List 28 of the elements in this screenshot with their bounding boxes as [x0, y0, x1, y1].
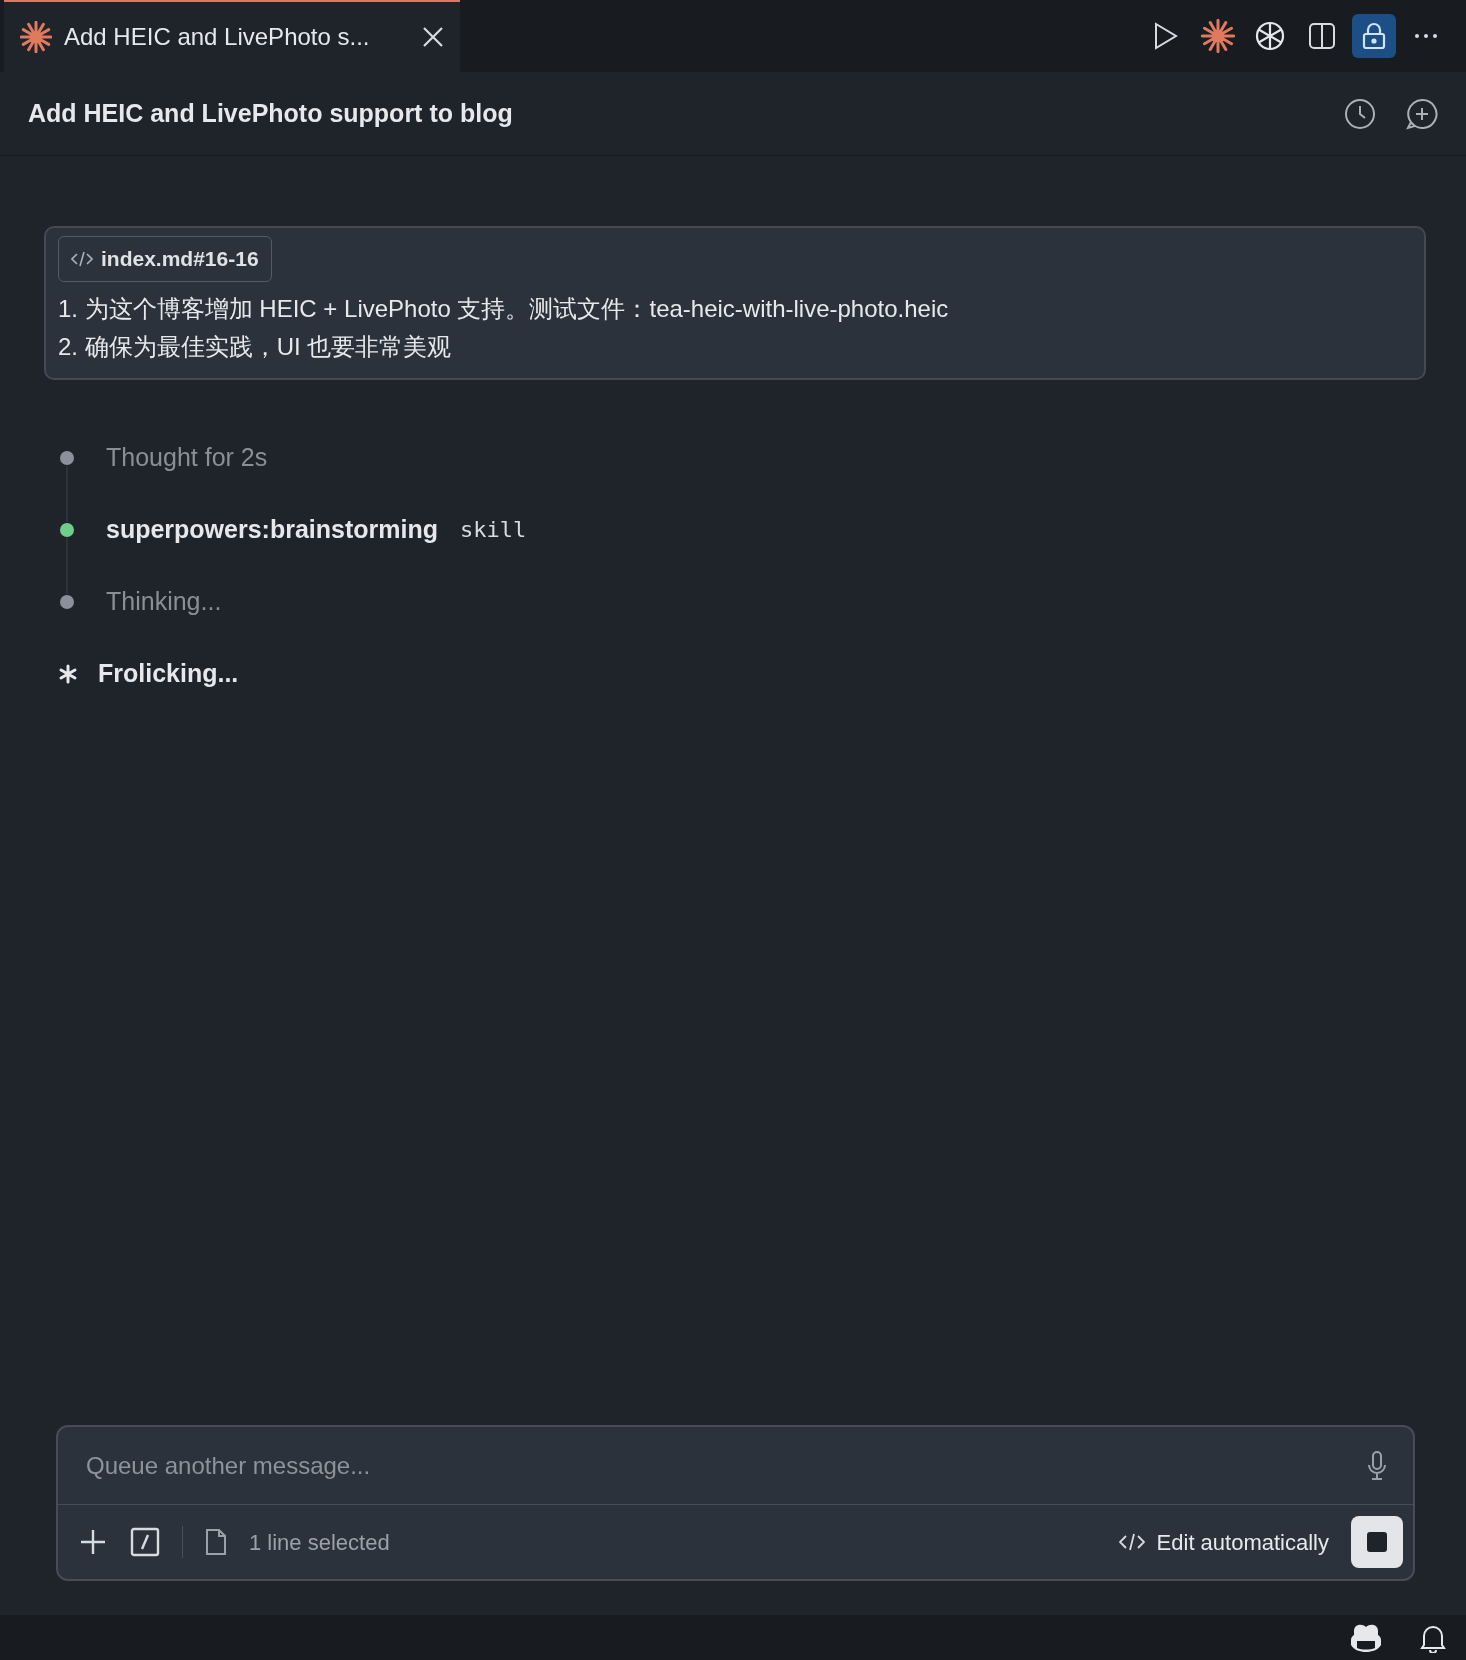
panel-title: Add HEIC and LivePhoto support to blog [28, 97, 513, 129]
asterisk-icon [58, 663, 78, 684]
slash-command-icon[interactable] [130, 1527, 160, 1557]
edit-mode-button[interactable]: Edit automatically [1118, 1525, 1329, 1559]
status-text: Frolicking... [98, 657, 239, 689]
step-text: Thought for 2s [106, 441, 268, 473]
close-icon[interactable] [422, 26, 444, 48]
message-line: 1. 为这个博客增加 HEIC + LivePhoto 支持。测试文件：tea-heic-with-live-photo.heic [58, 293, 950, 324]
tab-title: Add HEIC and LivePhoto s... [64, 22, 370, 52]
stop-button[interactable] [1351, 1516, 1403, 1568]
file-attachment-chip[interactable]: index.md#16-16 [58, 236, 272, 282]
code-icon [71, 250, 93, 267]
add-icon[interactable] [78, 1527, 108, 1557]
code-icon [1118, 1533, 1145, 1551]
message-line: 2. 确保为最佳实践，UI 也要非常美观 [58, 331, 453, 362]
stop-icon [1366, 1531, 1388, 1553]
microphone-icon[interactable] [1367, 1450, 1387, 1481]
history-icon[interactable] [1344, 97, 1376, 130]
tool-type-label: skill [460, 516, 527, 544]
new-chat-icon[interactable] [1406, 97, 1438, 130]
selection-context: 1 line selected [249, 1528, 390, 1557]
message-input[interactable]: Queue another message... [84, 1446, 1367, 1485]
file-icon [205, 1528, 227, 1556]
tool-name: superpowers:brainstorming [106, 513, 438, 545]
lock-icon[interactable] [1352, 14, 1396, 58]
editor-tab[interactable]: Add HEIC and LivePhoto s... [4, 0, 460, 72]
step-text: Thinking... [106, 585, 222, 617]
spark-icon [20, 21, 52, 53]
